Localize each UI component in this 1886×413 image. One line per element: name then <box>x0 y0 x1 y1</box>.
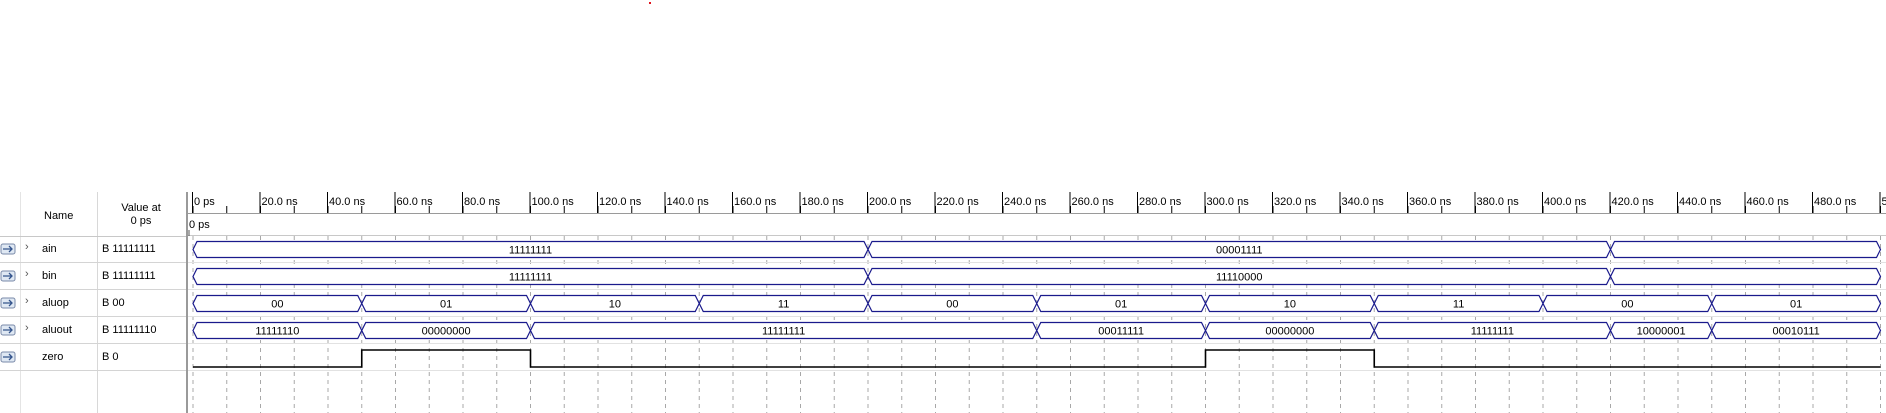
signal-row-zero[interactable]: zero B 0 <box>0 344 186 371</box>
ruler-tick-label: 80.0 ns <box>464 196 501 208</box>
ruler-tick-label: 400.0 ns <box>1544 196 1587 208</box>
bus-value-label: 00 <box>271 299 283 311</box>
bus-value-label: 01 <box>1790 299 1802 311</box>
expand-icon[interactable]: › <box>25 322 29 334</box>
ruler-tick-label: 480.0 ns <box>1814 196 1857 208</box>
bus-value-label: 00000000 <box>422 326 471 338</box>
ruler-tick-label: 420.0 ns <box>1612 196 1655 208</box>
ruler-tick-label: 340.0 ns <box>1342 196 1385 208</box>
ruler-tick-label: 320.0 ns <box>1274 196 1317 208</box>
ruler-tick-label: 240.0 ns <box>1004 196 1047 208</box>
signal-value: B 11111111 <box>102 243 156 255</box>
ruler-tick-label: 500.0 ns <box>1882 196 1886 208</box>
bus-value-label: 11111111 <box>509 245 552 257</box>
bus-value-label: 00 <box>946 299 958 311</box>
signal-row-aluop[interactable]: › aluop B 00 <box>0 290 186 317</box>
ruler-tick-label: 280.0 ns <box>1139 196 1182 208</box>
input-pin-icon <box>0 243 16 255</box>
bus-segment <box>1609 267 1882 286</box>
signal-name: aluout <box>42 324 72 336</box>
signal-row-aluout[interactable]: › aluout B 11111110 <box>0 317 186 344</box>
signal-name: zero <box>42 351 64 363</box>
waveform-viewer: Name Value at 0 ps › ain B 11111111 › bi… <box>0 192 1886 413</box>
signal-row-ain[interactable]: › ain B 11111111 <box>0 236 186 263</box>
input-pin-icon <box>0 297 16 309</box>
signal-list-header: Name Value at 0 ps <box>0 192 186 237</box>
expand-icon[interactable]: › <box>25 295 29 307</box>
signal-name: ain <box>42 243 57 255</box>
cursor-label: 0 ps <box>189 219 210 231</box>
ruler-tick-label: 140.0 ns <box>667 196 710 208</box>
bus-value-label: 00010111 <box>1772 326 1819 338</box>
ruler-tick-label: 120.0 ns <box>599 196 642 208</box>
signal-name: bin <box>42 270 57 282</box>
bus-value-label: 11111111 <box>762 326 805 338</box>
signal-name: aluop <box>42 297 69 309</box>
bus-value-label: 11111111 <box>1471 326 1514 338</box>
bus-value-label: 01 <box>440 299 452 311</box>
bus-value-label: 11111110 <box>255 326 299 338</box>
ruler-tick-label: 40.0 ns <box>329 196 366 208</box>
bus-value-label: 01 <box>1115 299 1127 311</box>
bus-value-label: 10 <box>1284 299 1296 311</box>
bus-value-label: 10 <box>609 299 621 311</box>
bus-value-label: 00000000 <box>1265 326 1314 338</box>
bus-value-label: 11 <box>778 299 789 311</box>
ruler-tick-label: 220.0 ns <box>937 196 980 208</box>
signal-value: B 11111111 <box>102 270 156 282</box>
value-header-line1: Value at <box>121 202 161 214</box>
bus-segment <box>1609 240 1882 259</box>
ruler-tick-label: 60.0 ns <box>397 196 434 208</box>
ruler-tick-label: 160.0 ns <box>734 196 777 208</box>
bus-value-label: 11110000 <box>1216 272 1263 284</box>
signal-value: B 11111110 <box>102 324 157 336</box>
bus-value-label: 11 <box>1453 299 1464 311</box>
ruler-tick-label: 0 ps <box>194 196 215 208</box>
output-pin-icon <box>0 351 16 363</box>
ruler-tick-label: 440.0 ns <box>1679 196 1722 208</box>
ruler-tick-label: 100.0 ns <box>532 196 575 208</box>
signal-list-panel: Name Value at 0 ps › ain B 11111111 › bi… <box>0 192 186 413</box>
waveform-area[interactable]: 0 ps 20.0 ns 40.0 ns 60.0 ns 80.0 ns 100.0 ns… <box>188 192 1886 413</box>
ruler-tick-label: 20.0 ns <box>262 196 299 208</box>
bus-value-label: 10000001 <box>1637 326 1686 338</box>
input-pin-icon <box>0 270 16 282</box>
bus-value-label: 00 <box>1621 299 1633 311</box>
bus-value-label: 00011111 <box>1098 326 1144 338</box>
waveform-canvas[interactable]: 0 ps 20.0 ns 40.0 ns 60.0 ns 80.0 ns 100.0 ns… <box>188 192 1886 413</box>
name-column-header[interactable]: Name <box>44 210 73 222</box>
signal-row-bin[interactable]: › bin B 11111111 <box>0 263 186 290</box>
ruler-tick-label: 180.0 ns <box>802 196 845 208</box>
value-header-line2: 0 ps <box>130 215 152 227</box>
value-column-header[interactable]: Value at 0 ps <box>96 202 186 228</box>
ruler-tick-label: 380.0 ns <box>1477 196 1520 208</box>
signal-value: B 00 <box>102 297 125 309</box>
ruler-tick-label: 360.0 ns <box>1409 196 1452 208</box>
bus-value-label: 11111111 <box>509 272 552 284</box>
ruler-tick-label: 460.0 ns <box>1747 196 1790 208</box>
ruler-tick-label: 260.0 ns <box>1072 196 1115 208</box>
signal-value: B 0 <box>102 351 119 363</box>
expand-icon[interactable]: › <box>25 268 29 280</box>
expand-icon[interactable]: › <box>25 241 29 253</box>
ruler-tick-label: 300.0 ns <box>1207 196 1250 208</box>
bus-value-label: 00001111 <box>1216 245 1263 257</box>
ruler-tick-label: 200.0 ns <box>869 196 912 208</box>
stray-marker <box>649 2 651 4</box>
output-pin-icon <box>0 324 16 336</box>
